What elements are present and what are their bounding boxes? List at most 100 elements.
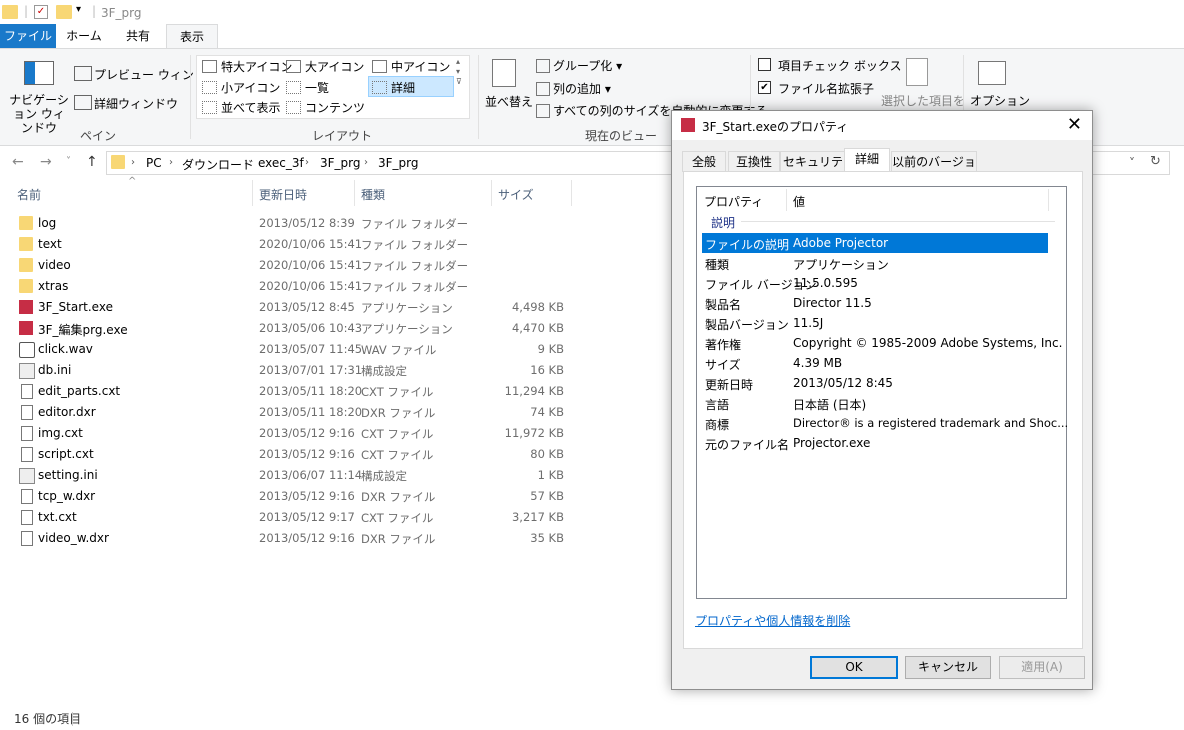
back-icon[interactable]: ← — [12, 154, 24, 170]
hide-selected-button[interactable]: 選択した項目を — [881, 92, 965, 109]
property-row[interactable]: サイズ 4.39 MB — [702, 353, 1048, 373]
property-row[interactable]: 種類 アプリケーション — [702, 253, 1048, 273]
layout-small-icons[interactable]: 小アイコン — [221, 79, 280, 96]
file-row[interactable]: tcp_w.dxr 2013/05/12 9:16 DXR ファイル 57 KB — [0, 486, 600, 507]
options-button[interactable]: オプション — [970, 92, 1030, 109]
up-icon[interactable]: ↑ — [86, 154, 98, 170]
details-pane-button[interactable]: 詳細ウィンドウ — [94, 95, 178, 112]
tab-home[interactable]: ホーム — [56, 24, 112, 48]
property-row[interactable]: 著作権 Copyright © 1985-2009 Adobe Systems, … — [702, 333, 1062, 353]
breadcrumb-item[interactable]: 3F_prg — [378, 156, 419, 170]
customize-toolbar-icon[interactable]: ▾ — [76, 4, 81, 15]
property-row[interactable]: 製品バージョン 11.5J — [702, 313, 1048, 333]
property-row[interactable]: 更新日時 2013/05/12 8:45 — [702, 373, 1048, 393]
ribbon-tab-bar: ファイル ホーム 共有 表示 — [0, 24, 1184, 49]
property-row[interactable]: 元のファイル名 Projector.exe — [702, 433, 1048, 453]
file-row[interactable]: text 2020/10/06 15:41 ファイル フォルダー — [0, 234, 600, 255]
refresh-icon[interactable]: ↻ — [1150, 154, 1161, 169]
file-row[interactable]: setting.ini 2013/06/07 11:14 構成設定 1 KB — [0, 465, 600, 486]
apply-button[interactable]: 適用(A) — [999, 656, 1085, 679]
column-divider[interactable] — [1048, 189, 1049, 211]
file-row[interactable]: xtras 2020/10/06 15:41 ファイル フォルダー — [0, 276, 600, 297]
group-by-button[interactable]: グループ化 ▾ — [553, 57, 622, 74]
dialog-tab-general[interactable]: 全般 — [682, 151, 726, 172]
breadcrumb-chevron-icon[interactable]: › — [169, 157, 173, 168]
dialog-tab-previous-versions[interactable]: 以前のバージョン — [891, 151, 977, 189]
file-row[interactable]: editor.dxr 2013/05/11 18:20 DXR ファイル 74 KB — [0, 402, 600, 423]
cancel-button[interactable]: キャンセル — [905, 656, 991, 679]
add-columns-button[interactable]: 列の追加 ▾ — [553, 80, 611, 97]
property-row[interactable]: 製品名 Director 11.5 — [702, 293, 1048, 313]
breadcrumb-chevron-icon[interactable]: › — [364, 157, 368, 168]
layout-large-icons[interactable]: 大アイコン — [305, 58, 364, 75]
property-row[interactable]: 商標 Director® is a registered trademark an… — [702, 413, 1068, 433]
column-header-value[interactable]: 値 — [793, 193, 805, 210]
property-list[interactable]: プロパティ 値 説明 ファイルの説明 Adobe Projector 種類 アプリケ… — [696, 186, 1068, 599]
property-key: サイズ — [705, 358, 741, 372]
layout-content[interactable]: コンテンツ — [305, 99, 365, 116]
breadcrumb-item[interactable]: 3F_prg — [320, 156, 361, 170]
file-row[interactable]: log 2013/05/12 8:39 ファイル フォルダー — [0, 213, 600, 234]
file-row[interactable]: click.wav 2013/05/07 11:45 WAV ファイル 9 KB — [0, 339, 600, 360]
property-row[interactable]: 言語 日本語 (日本) — [702, 393, 1048, 413]
properties-quick-icon[interactable]: ✓ — [34, 5, 48, 19]
column-divider[interactable] — [786, 189, 787, 211]
file-date: 2013/05/12 9:16 — [259, 426, 355, 440]
address-dropdown-icon[interactable]: ˅ — [1129, 156, 1135, 170]
tab-share[interactable]: 共有 — [112, 24, 164, 48]
item-checkboxes-checkbox[interactable] — [758, 58, 771, 71]
file-row[interactable]: 3F_編集prg.exe 2013/05/06 10:43 アプリケーション 4,47… — [0, 318, 600, 339]
column-divider[interactable] — [571, 180, 572, 206]
file-row[interactable]: edit_parts.cxt 2013/05/11 18:20 CXT ファイル 11… — [0, 381, 600, 402]
tab-view[interactable]: 表示 — [166, 24, 218, 49]
new-folder-quick-icon[interactable] — [56, 5, 72, 19]
file-row[interactable]: db.ini 2013/07/01 17:31 構成設定 16 KB — [0, 360, 600, 381]
column-divider[interactable] — [252, 180, 253, 206]
column-divider[interactable] — [354, 180, 355, 206]
file-extensions-checkbox[interactable]: ✔ — [758, 81, 771, 94]
layout-tiles[interactable]: 並べて表示 — [221, 99, 281, 116]
file-date: 2013/07/01 17:31 — [259, 363, 363, 377]
document-icon — [21, 426, 33, 441]
layout-details[interactable]: 詳細 — [391, 79, 415, 96]
breadcrumb-item[interactable]: PC — [146, 156, 162, 170]
column-header-name[interactable]: 名前 — [17, 186, 41, 203]
sort-by-button[interactable]: 並べ替え — [485, 93, 533, 110]
file-row[interactable]: video 2020/10/06 15:41 ファイル フォルダー — [0, 255, 600, 276]
file-name: db.ini — [38, 363, 72, 377]
file-row[interactable]: txt.cxt 2013/05/12 9:17 CXT ファイル 3,217 KB — [0, 507, 600, 528]
breadcrumb-chevron-icon[interactable]: › — [131, 157, 135, 168]
file-date: 2013/05/12 8:45 — [259, 300, 355, 314]
breadcrumb-chevron-icon[interactable]: › — [244, 157, 248, 168]
file-date: 2013/05/12 9:16 — [259, 489, 355, 503]
layout-medium-icons[interactable]: 中アイコン — [391, 58, 450, 75]
dialog-tab-compatibility[interactable]: 互換性 — [728, 151, 780, 172]
column-header-size[interactable]: サイズ — [498, 186, 534, 203]
navigation-pane-button[interactable]: ナビゲーション ウィンドウ — [8, 93, 70, 135]
dialog-tab-security[interactable]: セキュリティ — [780, 151, 846, 189]
file-size: 80 KB — [530, 447, 564, 461]
property-row[interactable]: ファイルの説明 Adobe Projector — [702, 233, 1048, 253]
file-row[interactable]: script.cxt 2013/05/12 9:16 CXT ファイル 80 KB — [0, 444, 600, 465]
breadcrumb-chevron-icon[interactable]: › — [305, 157, 309, 168]
ok-button[interactable]: OK — [810, 656, 898, 679]
column-header-type[interactable]: 種類 — [361, 186, 385, 203]
remove-properties-link[interactable]: プロパティや個人情報を削除 — [695, 612, 850, 629]
property-row[interactable]: ファイル バージョン 11.5.0.595 — [702, 273, 1048, 293]
forward-icon[interactable]: → — [40, 154, 52, 170]
close-icon[interactable]: ✕ — [1067, 114, 1082, 135]
layout-extra-large-icons[interactable]: 特大アイコン — [221, 58, 292, 75]
dialog-tab-details[interactable]: 詳細 — [844, 148, 890, 173]
gallery-scroll-icon[interactable]: ▴ ▾ ⊽ — [456, 57, 462, 87]
recent-locations-icon[interactable]: ˅ — [66, 156, 71, 167]
property-value: 11.5J — [793, 316, 824, 330]
tab-file[interactable]: ファイル — [0, 24, 56, 48]
file-row[interactable]: video_w.dxr 2013/05/12 9:16 DXR ファイル 35 KB — [0, 528, 600, 549]
column-divider[interactable] — [491, 180, 492, 206]
column-header-date[interactable]: 更新日時 — [259, 186, 307, 203]
layout-list[interactable]: 一覧 — [305, 79, 329, 96]
file-row[interactable]: 3F_Start.exe 2013/05/12 8:45 アプリケーション 4,498… — [0, 297, 600, 318]
file-row[interactable]: img.cxt 2013/05/12 9:16 CXT ファイル 11,972 KB — [0, 423, 600, 444]
column-header-property[interactable]: プロパティ — [704, 193, 763, 210]
breadcrumb-item[interactable]: exec_3f — [258, 156, 304, 170]
